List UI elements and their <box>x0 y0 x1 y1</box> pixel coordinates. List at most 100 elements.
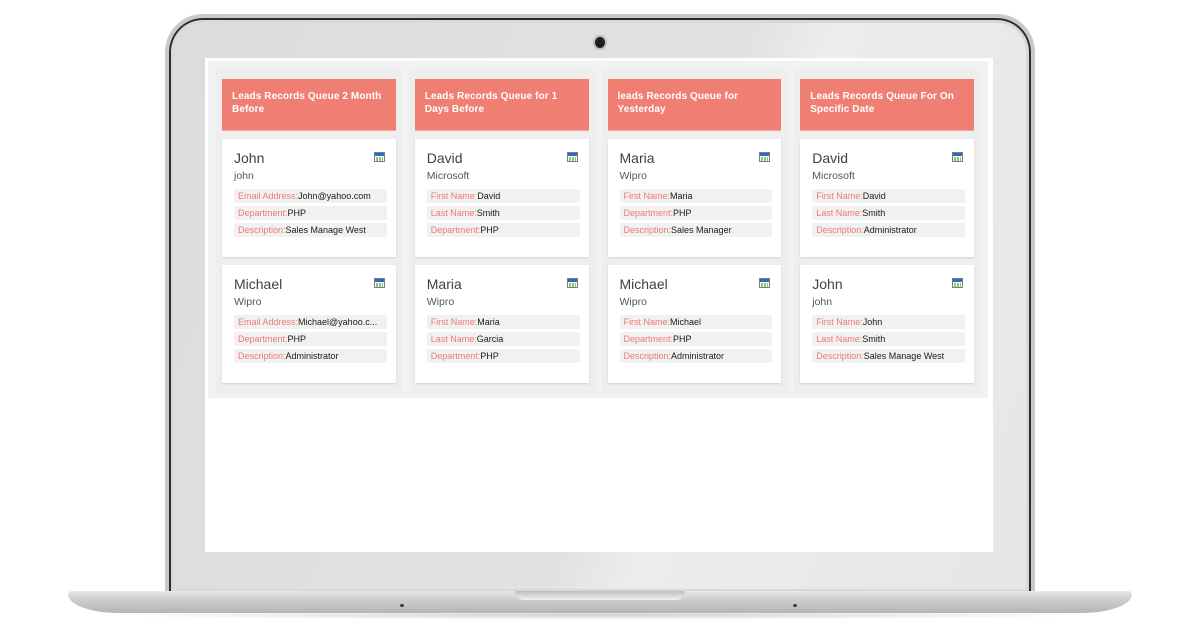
lead-name[interactable]: John <box>812 275 965 296</box>
field-label: First Name: <box>816 317 863 327</box>
field-value: PHP <box>287 208 307 218</box>
field-value: Garcia <box>476 334 504 344</box>
field-label: Department: <box>623 208 674 218</box>
lead-field: First Name:David <box>426 189 580 203</box>
lead-card[interactable]: David Microsoft First Name:David Last Na… <box>800 139 974 257</box>
lead-company: Wipro <box>619 170 647 182</box>
field-value: Michael@yahoo.c... <box>298 317 378 327</box>
lead-card[interactable]: John john Email Address:John@yahoo.com D… <box>222 139 396 257</box>
lead-card[interactable]: Michael Wipro Email Address:Michael@yaho… <box>222 265 396 383</box>
field-label: Email Address: <box>238 191 299 201</box>
calendar-icon[interactable] <box>373 152 385 162</box>
lead-field: Description:Sales Manage West <box>234 223 387 237</box>
lead-name[interactable]: John <box>234 149 387 170</box>
field-value: Michael <box>670 317 702 327</box>
lead-field: First Name:Michael <box>619 315 773 329</box>
field-value: PHP <box>673 208 692 218</box>
field-label: Department: <box>623 334 674 344</box>
field-value: Maria <box>477 317 500 327</box>
field-value: PHP <box>480 351 499 361</box>
calendar-icon[interactable] <box>952 278 963 288</box>
lead-field: Department:PHP <box>619 206 773 220</box>
column-header: Leads Records Queue For On Specific Date <box>800 79 974 131</box>
field-value: David <box>477 191 501 201</box>
column-header: Leads Records Queue for 1 Days Before <box>414 79 589 131</box>
field-value: John <box>862 317 883 327</box>
lead-field: Last Name:Garcia <box>426 332 580 346</box>
field-label: Description: <box>816 225 864 235</box>
field-label: Last Name: <box>430 334 477 344</box>
field-value: PHP <box>480 225 499 235</box>
laptop-foot <box>400 604 404 607</box>
lead-name[interactable]: Michael <box>234 275 387 296</box>
field-value: Administrator <box>863 225 917 235</box>
field-value: Sales Manage West <box>285 225 366 235</box>
lead-card[interactable]: Maria Wipro First Name:Maria Last Name:G… <box>414 265 589 383</box>
lead-field: Description:Sales Manager <box>619 223 773 237</box>
field-value: Smith <box>862 208 886 218</box>
lead-name[interactable]: David <box>812 149 965 170</box>
lead-field: Description:Administrator <box>234 349 387 363</box>
lead-field: Description:Sales Manage West <box>812 349 965 363</box>
calendar-icon[interactable] <box>759 152 771 162</box>
lead-card[interactable]: John john First Name:John Last Name:Smit… <box>800 265 974 383</box>
calendar-icon[interactable] <box>952 152 963 162</box>
field-label: Department: <box>238 334 288 344</box>
laptop-screen: Leads Records Queue 2 Month Before John … <box>205 58 993 552</box>
lead-card[interactable]: Maria Wipro First Name:Maria Department:… <box>607 139 782 257</box>
field-label: Description: <box>238 351 286 361</box>
lead-card[interactable]: David Microsoft First Name:David Last Na… <box>414 139 589 257</box>
field-label: Department: <box>430 351 481 361</box>
lead-field: First Name:Maria <box>619 189 773 203</box>
field-value: Administrator <box>285 351 339 361</box>
field-value: Maria <box>670 191 693 201</box>
field-label: First Name: <box>623 191 671 201</box>
calendar-icon[interactable] <box>566 152 578 162</box>
lead-field: Last Name:Smith <box>426 206 580 220</box>
lead-field: Last Name:Smith <box>812 206 965 220</box>
field-label: Description: <box>238 225 286 235</box>
field-label: Last Name: <box>816 334 863 344</box>
lead-field: First Name:John <box>812 315 965 329</box>
field-label: First Name: <box>430 191 478 201</box>
lead-name[interactable]: Michael <box>620 275 773 296</box>
queue-column: Leads Records Queue for 1 Days Before Da… <box>408 69 595 395</box>
field-label: First Name: <box>623 317 671 327</box>
field-label: Department: <box>430 225 481 235</box>
field-label: First Name: <box>430 317 478 327</box>
lead-field: Department:PHP <box>426 223 580 237</box>
field-label: Description: <box>816 351 864 361</box>
queue-column: leads Records Queue for Yesterday Maria … <box>601 69 788 395</box>
lead-company: Microsoft <box>426 170 470 182</box>
field-label: Last Name: <box>816 208 863 218</box>
queue-column: Leads Records Queue 2 Month Before John … <box>216 69 402 395</box>
calendar-icon[interactable] <box>566 278 578 288</box>
lead-field: Department:PHP <box>234 206 387 220</box>
lead-company: Wipro <box>234 296 262 308</box>
lead-name[interactable]: David <box>427 149 580 170</box>
lead-field: Department:PHP <box>426 349 580 363</box>
lead-name[interactable]: Maria <box>427 275 580 296</box>
column-header: Leads Records Queue 2 Month Before <box>222 79 396 131</box>
lead-field: Description:Administrator <box>812 223 965 237</box>
lead-field: First Name:Maria <box>426 315 580 329</box>
calendar-icon[interactable] <box>373 278 385 288</box>
lead-card[interactable]: Michael Wipro First Name:Michael Departm… <box>607 265 782 383</box>
field-value: Administrator <box>671 351 725 361</box>
lead-name[interactable]: Maria <box>620 149 773 170</box>
lead-field: Department:PHP <box>234 332 387 346</box>
lead-field: Email Address:Michael@yahoo.c... <box>234 315 387 329</box>
field-value: Smith <box>476 208 500 218</box>
lead-field: First Name:David <box>812 189 965 203</box>
kanban-board: Leads Records Queue 2 Month Before John … <box>208 61 988 398</box>
calendar-icon[interactable] <box>759 278 771 288</box>
lead-field: Email Address:John@yahoo.com <box>234 189 387 203</box>
field-label: Email Address: <box>238 317 299 327</box>
field-label: Description: <box>623 351 672 361</box>
column-header: leads Records Queue for Yesterday <box>607 79 782 131</box>
field-value: John@yahoo.com <box>298 191 371 201</box>
lead-company: john <box>812 296 833 308</box>
lead-company: Wipro <box>619 296 647 308</box>
field-value: Sales Manager <box>671 225 732 235</box>
field-label: Last Name: <box>430 208 477 218</box>
